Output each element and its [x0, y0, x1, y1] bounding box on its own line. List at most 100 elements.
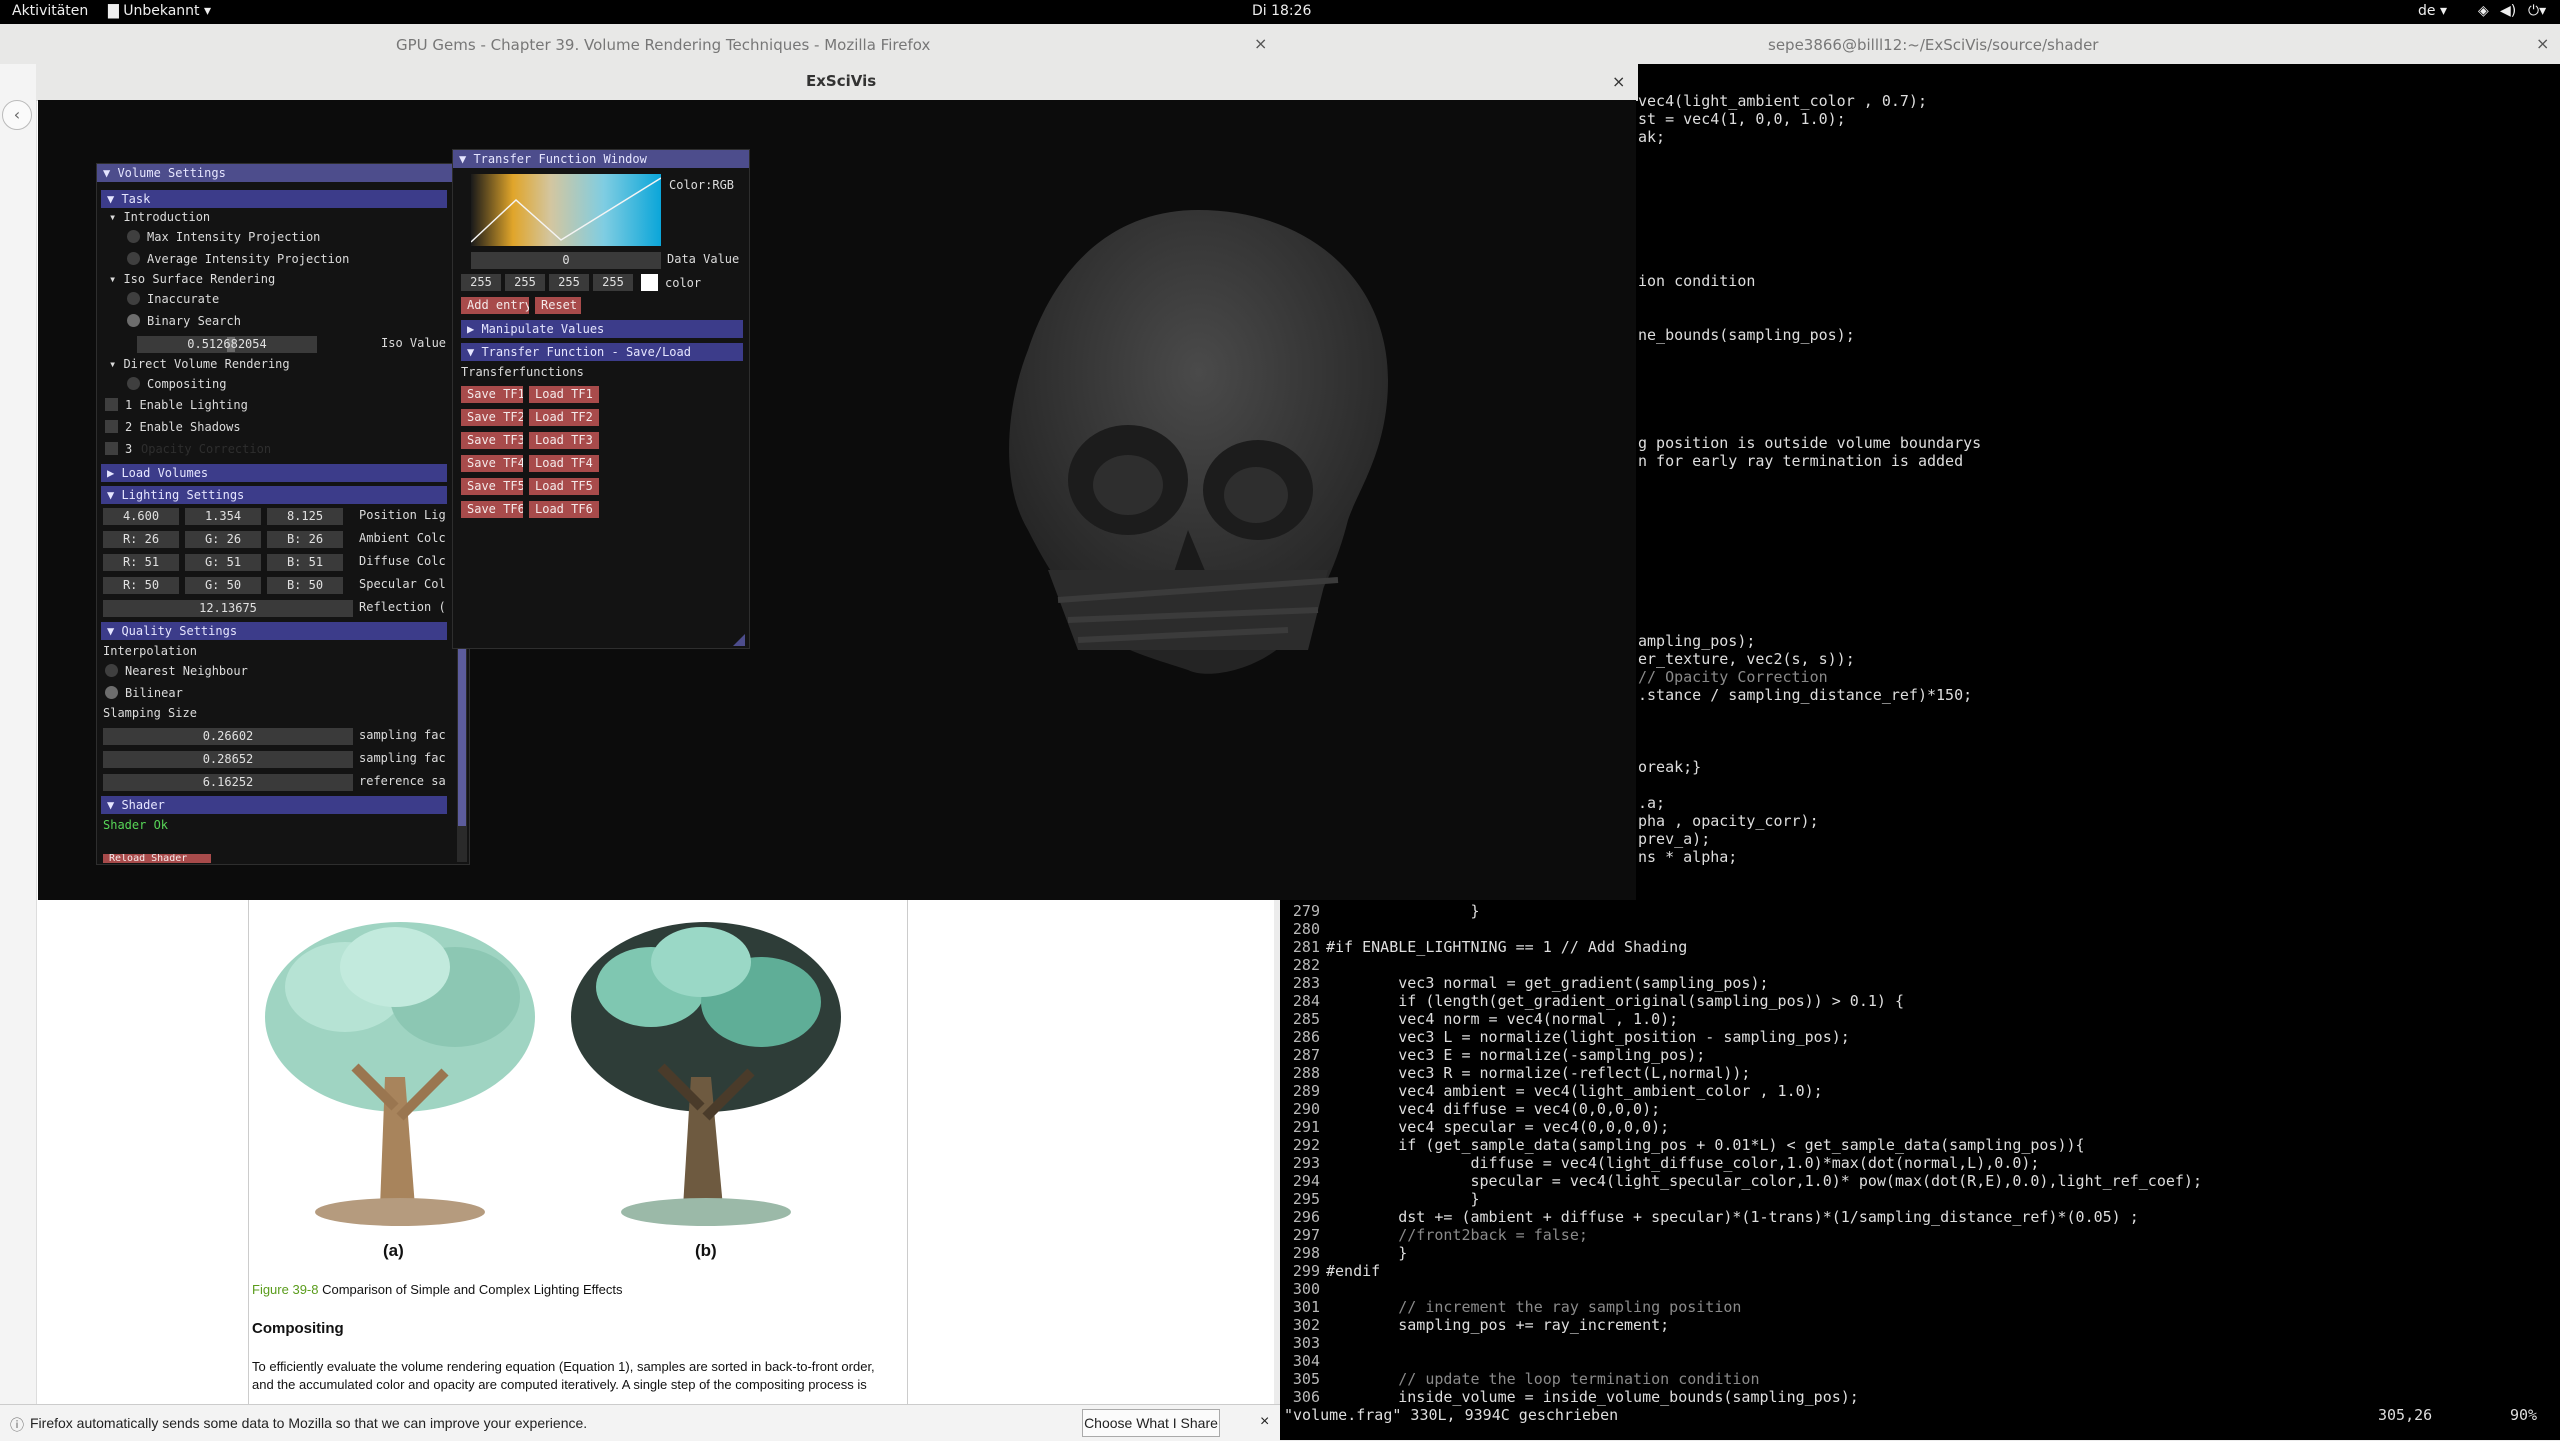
save-tf1-button[interactable]: Save TF1 — [461, 386, 523, 403]
average-intensity-radio[interactable] — [127, 252, 140, 265]
tf-save-load-header[interactable]: ▼ Transfer Function - Save/Load — [461, 343, 743, 361]
load-tf6-button[interactable]: Load TF6 — [529, 501, 599, 518]
network-icon[interactable]: ◈ — [2478, 3, 2489, 19]
enable-shadows-checkbox[interactable] — [105, 420, 118, 433]
load-tf4-button[interactable]: Load TF4 — [529, 455, 599, 472]
enable-lighting-checkbox[interactable] — [105, 398, 118, 411]
diffuse-g[interactable]: G: 51 — [185, 554, 261, 571]
code-line: vec4 diffuse = vec4(0,0,0,0); — [1326, 1100, 1661, 1118]
language-indicator[interactable]: de ▾ — [2418, 3, 2447, 19]
clock[interactable]: Di 18:26 — [1252, 3, 1311, 19]
specular-b[interactable]: B: 50 — [267, 577, 343, 594]
sampling-factor-slider-2[interactable]: 0.28652 — [103, 751, 353, 768]
nearest-neighbour-radio[interactable] — [105, 664, 118, 677]
inaccurate-radio[interactable] — [127, 292, 140, 305]
iso-value-slider[interactable]: 0.512682054 — [137, 336, 317, 353]
tree-figure-a — [255, 907, 545, 1237]
back-arrow-icon[interactable]: ‹ — [2, 100, 32, 130]
firefox-close-icon[interactable]: × — [1254, 34, 1267, 53]
color-swatch[interactable] — [641, 274, 658, 291]
resize-grip-icon[interactable] — [733, 634, 745, 646]
color-r-field[interactable]: 255 — [461, 274, 501, 291]
load-tf3-button[interactable]: Load TF3 — [529, 432, 599, 449]
firefox-window-title: GPU Gems - Chapter 39. Volume Rendering … — [396, 36, 931, 54]
light-pos-z[interactable]: 8.125 — [267, 508, 343, 525]
terminal-window-title: sepe3866@billl12:~/ExSciVis/source/shade… — [1768, 36, 2099, 54]
choose-what-i-share-button[interactable]: Choose What I Share — [1082, 1409, 1220, 1437]
load-tf2-button[interactable]: Load TF2 — [529, 409, 599, 426]
code-line: #endif — [1326, 1262, 1381, 1280]
line-number: 293 — [1292, 1154, 1320, 1172]
code-line: dst += (ambient + diffuse + specular)*(1… — [1326, 1208, 2139, 1226]
save-tf4-button[interactable]: Save TF4 — [461, 455, 523, 472]
code-fragment: n for early ray termination is added — [1638, 452, 1964, 470]
lighting-settings-header[interactable]: ▼ Lighting Settings — [101, 486, 447, 504]
ambient-g[interactable]: G: 26 — [185, 531, 261, 548]
code-fragment: ak; — [1638, 128, 1666, 146]
line-number: 283 — [1292, 974, 1320, 992]
terminal-close-icon[interactable]: × — [2536, 34, 2549, 53]
reflection-slider[interactable]: 12.13675 — [103, 600, 353, 617]
light-pos-x[interactable]: 4.600 — [103, 508, 179, 525]
activities-button[interactable]: Aktivitäten — [12, 3, 88, 19]
quality-settings-header[interactable]: ▼ Quality Settings — [101, 622, 447, 640]
quality-settings-label: Quality Settings — [121, 624, 238, 638]
reset-button[interactable]: Reset — [535, 297, 581, 314]
dvr-tree-node[interactable]: ▾ Direct Volume Rendering — [109, 357, 290, 371]
volume-settings-title[interactable]: ▼ Volume Settings — [97, 164, 469, 182]
app-menu-icon: ▇ — [108, 3, 124, 19]
introduction-tree-node[interactable]: ▾ Introduction — [109, 210, 210, 224]
diffuse-r[interactable]: R: 51 — [103, 554, 179, 571]
code-fragment: ion condition — [1638, 272, 1756, 290]
save-tf6-button[interactable]: Save TF6 — [461, 501, 523, 518]
iso-surface-tree-node[interactable]: ▾ Iso Surface Rendering — [109, 272, 275, 286]
save-tf3-button[interactable]: Save TF3 — [461, 432, 523, 449]
ambient-b[interactable]: B: 26 — [267, 531, 343, 548]
article-column: (a) (b) Figure 39-8 Comparison of Simple… — [248, 895, 908, 1405]
data-value-slider[interactable]: 0 — [471, 252, 661, 269]
save-tf5-button[interactable]: Save TF5 — [461, 478, 523, 495]
power-icon[interactable]: ⏻▾ — [2528, 3, 2546, 19]
reference-sampling-slider[interactable]: 6.16252 — [103, 774, 353, 791]
manipulate-values-header[interactable]: ▶ Manipulate Values — [461, 320, 743, 338]
terminal-titlebar: sepe3866@billl12:~/ExSciVis/source/shade… — [1280, 24, 2560, 83]
add-entry-button[interactable]: Add entry — [461, 297, 529, 314]
language-label: de — [2418, 3, 2436, 19]
shader-status: Shader Ok — [103, 818, 169, 832]
bilinear-radio[interactable] — [105, 686, 118, 699]
color-b-field[interactable]: 255 — [549, 274, 589, 291]
volume-icon[interactable]: ◀) — [2500, 3, 2516, 19]
figure-label-a: (a) — [383, 1241, 404, 1260]
diffuse-b[interactable]: B: 51 — [267, 554, 343, 571]
opacity-correction-checkbox[interactable] — [105, 442, 118, 455]
app-menu[interactable]: ▇ Unbekannt ▾ — [108, 3, 211, 19]
sampling-factor-slider-1[interactable]: 0.26602 — [103, 728, 353, 745]
compositing-radio[interactable] — [127, 377, 140, 390]
app-menu-label: Unbekannt — [123, 3, 200, 19]
code-fragment: // Opacity Correction — [1638, 668, 1828, 686]
transfer-function-editor[interactable] — [471, 174, 661, 246]
exscivis-close-icon[interactable]: × — [1612, 72, 1625, 91]
save-tf2-button[interactable]: Save TF2 — [461, 409, 523, 426]
color-g-field[interactable]: 255 — [505, 274, 545, 291]
reload-shader-button[interactable]: Reload Shader — [103, 854, 211, 863]
color-a-field[interactable]: 255 — [593, 274, 633, 291]
line-number: 282 — [1292, 956, 1320, 974]
task-header[interactable]: ▼ Task — [101, 190, 447, 208]
specular-r[interactable]: R: 50 — [103, 577, 179, 594]
load-tf5-button[interactable]: Load TF5 — [529, 478, 599, 495]
ambient-r[interactable]: R: 26 — [103, 531, 179, 548]
light-pos-y[interactable]: 1.354 — [185, 508, 261, 525]
system-top-bar: Aktivitäten ▇ Unbekannt ▾ Di 18:26 de ▾ … — [0, 0, 2560, 24]
load-tf1-button[interactable]: Load TF1 — [529, 386, 599, 403]
figure-caption-link[interactable]: Figure 39-8 — [252, 1282, 318, 1297]
code-line: vec3 E = normalize(-sampling_pos); — [1326, 1046, 1706, 1064]
shader-header[interactable]: ▼ Shader — [101, 796, 447, 814]
binary-search-radio[interactable] — [127, 314, 140, 327]
load-volumes-header[interactable]: ▶ Load Volumes — [101, 464, 447, 482]
specular-g[interactable]: G: 50 — [185, 577, 261, 594]
max-intensity-radio[interactable] — [127, 230, 140, 243]
notification-close-icon[interactable]: × — [1260, 1413, 1269, 1431]
transfer-function-title[interactable]: ▼ Transfer Function Window — [453, 150, 749, 168]
opacity-correction-label: Opacity Correction — [141, 442, 272, 456]
